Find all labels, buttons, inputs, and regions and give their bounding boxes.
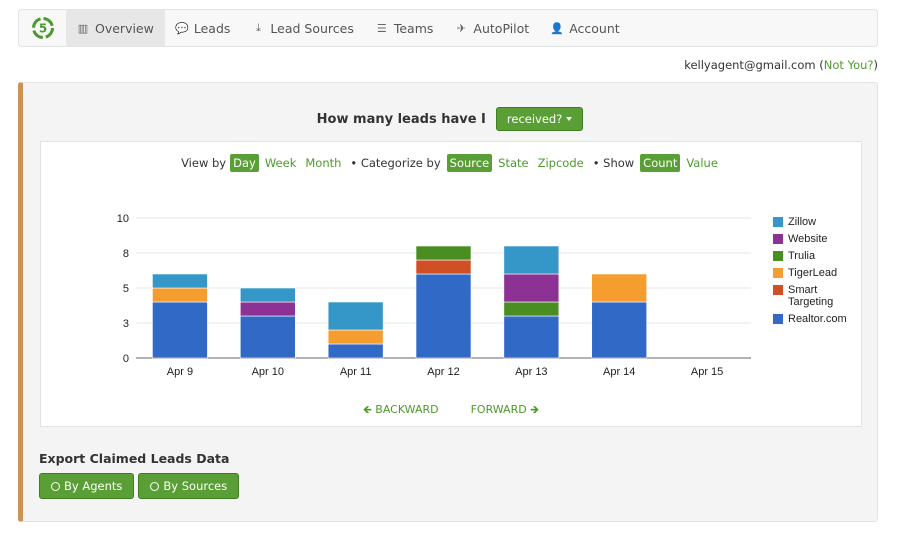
user-icon: 👤 <box>550 21 565 35</box>
y-tick-label: 10 <box>117 213 129 225</box>
legend-label: Realtor.com <box>788 313 847 325</box>
y-tick-label: 0 <box>123 353 129 365</box>
received-dropdown[interactable]: received? <box>495 107 584 131</box>
bar-segment-trulia[interactable] <box>415 245 472 261</box>
nav-item-autopilot[interactable]: ✈ AutoPilot <box>444 10 540 46</box>
legend-label: Trulia <box>788 250 816 262</box>
legend-item[interactable]: Realtor.com <box>773 313 858 325</box>
by-sources-label: By Sources <box>163 479 228 493</box>
bar-segment-website[interactable] <box>239 301 296 317</box>
received-dropdown-label: received? <box>506 112 563 126</box>
caret-down-icon <box>566 117 573 121</box>
brand-logo[interactable]: 5 <box>19 10 66 46</box>
chart-legend: Zillow Website Trulia TigerLead Smart Target… <box>773 216 858 330</box>
legend-swatch <box>773 234 783 244</box>
comments-icon: 💬 <box>175 21 189 35</box>
by-agents-label: By Agents <box>64 479 123 493</box>
x-tick-label: Apr 9 <box>167 366 193 378</box>
legend-item[interactable]: Website <box>773 233 858 245</box>
bar-segment-tigerlead[interactable] <box>327 329 384 345</box>
x-tick-label: Apr 12 <box>427 366 459 378</box>
bar-segment-tigerlead[interactable] <box>591 273 648 303</box>
svg-text:5: 5 <box>38 22 46 36</box>
nav-item-label: Leads <box>193 20 231 36</box>
chart-pager: 🡸 BACKWARD FORWARD 🡺 <box>41 401 861 420</box>
bar-segment-zillow[interactable] <box>152 273 208 289</box>
legend-swatch <box>773 268 783 278</box>
leads-bar-chart: 0 3 5 8 10 Apr 9 Apr 10 Apr 11 Apr 12 Apr 13 Apr 1… <box>117 213 751 378</box>
x-tick-label: Apr 11 <box>340 366 372 378</box>
legend-swatch <box>773 314 783 324</box>
forward-label: FORWARD <box>470 403 527 416</box>
overview-panel: How many leads have I received? View by … <box>18 82 878 522</box>
not-you-link[interactable]: Not You? <box>824 58 874 72</box>
bar-segment-realtor-com[interactable] <box>503 315 560 359</box>
nav-item-label: AutoPilot <box>473 20 530 36</box>
nav-item-label: Teams <box>393 20 434 36</box>
x-tick-label: Apr 10 <box>252 366 284 378</box>
nav-item-teams[interactable]: ☰ Teams <box>365 10 445 46</box>
bar-segment-website[interactable] <box>503 273 560 303</box>
bar-segment-realtor-com[interactable] <box>591 301 648 359</box>
legend-swatch <box>773 217 783 227</box>
bar-segment-trulia[interactable] <box>503 301 560 317</box>
legend-label: Website <box>788 233 828 245</box>
nav-item-account[interactable]: 👤 Account <box>540 10 630 46</box>
legend-item[interactable]: Zillow <box>773 216 858 228</box>
list-icon: ☰ <box>376 21 387 35</box>
y-tick-label: 8 <box>123 248 129 260</box>
legend-label: TigerLead <box>788 267 838 279</box>
top-navbar: 5 ▥ Overview 💬 Leads ⤓ Lead Sources ☰ Teams ✈ Aut… <box>18 9 878 47</box>
user-info: kellyagent@gmail.com (Not You?) <box>684 58 878 72</box>
export-by-agents-button[interactable]: By Agents <box>39 473 135 499</box>
bar-segment-tigerlead[interactable] <box>152 287 208 303</box>
legend-swatch <box>773 251 783 261</box>
export-title: Export Claimed Leads Data <box>39 451 230 466</box>
legend-item[interactable]: Smart Targeting <box>773 284 858 308</box>
x-tick-label: Apr 14 <box>603 366 635 378</box>
download-circle-icon <box>51 481 60 491</box>
nav-item-overview[interactable]: ▥ Overview <box>66 10 165 46</box>
plane-icon: ✈ <box>456 21 467 35</box>
legend-label: Zillow <box>788 216 817 228</box>
nav-item-label: Account <box>569 20 620 36</box>
download-icon: ⤓ <box>255 21 261 34</box>
logo-icon: 5 <box>31 17 54 39</box>
bar-segment-zillow[interactable] <box>327 301 384 331</box>
legend-item[interactable]: Trulia <box>773 250 858 262</box>
backward-button[interactable]: 🡸 BACKWARD <box>363 401 439 420</box>
paren: ) <box>873 58 879 72</box>
bar-segment-zillow[interactable] <box>503 245 560 275</box>
paren: ( <box>815 58 824 72</box>
legend-swatch <box>773 285 783 295</box>
nav-item-lead-sources[interactable]: ⤓ Lead Sources <box>241 10 364 46</box>
legend-item[interactable]: TigerLead <box>773 267 858 279</box>
download-circle-icon <box>150 481 160 491</box>
x-tick-label: Apr 13 <box>515 366 547 378</box>
question-row: How many leads have I received? <box>23 107 877 131</box>
bar-segment-zillow[interactable] <box>239 287 296 303</box>
y-tick-label: 3 <box>123 318 129 330</box>
nav-item-label: Lead Sources <box>270 20 354 36</box>
backward-label: BACKWARD <box>375 403 439 416</box>
chart-container: View by Day Week Month • Categorize by Sou… <box>40 141 862 427</box>
bar-chart-icon: ▥ <box>77 21 89 35</box>
bar-segment-smart-targeting[interactable] <box>415 259 472 275</box>
bar-segment-realtor-com[interactable] <box>415 273 472 359</box>
export-buttons: By Agents By Sources <box>39 473 240 499</box>
bar-segment-realtor-com[interactable] <box>152 301 208 359</box>
nav-item-label: Overview <box>95 20 154 36</box>
export-by-sources-button[interactable]: By Sources <box>138 473 240 499</box>
forward-button[interactable]: FORWARD 🡺 <box>471 401 540 420</box>
y-tick-label: 5 <box>123 283 129 295</box>
x-tick-label: Apr 15 <box>691 366 723 378</box>
question-text: How many leads have I <box>316 111 486 127</box>
legend-label: Smart Targeting <box>788 284 834 308</box>
bar-segment-realtor-com[interactable] <box>239 315 296 359</box>
nav-item-leads[interactable]: 💬 Leads <box>165 10 242 46</box>
bar-segment-realtor-com[interactable] <box>327 343 384 359</box>
user-email: kellyagent@gmail.com <box>684 58 816 72</box>
